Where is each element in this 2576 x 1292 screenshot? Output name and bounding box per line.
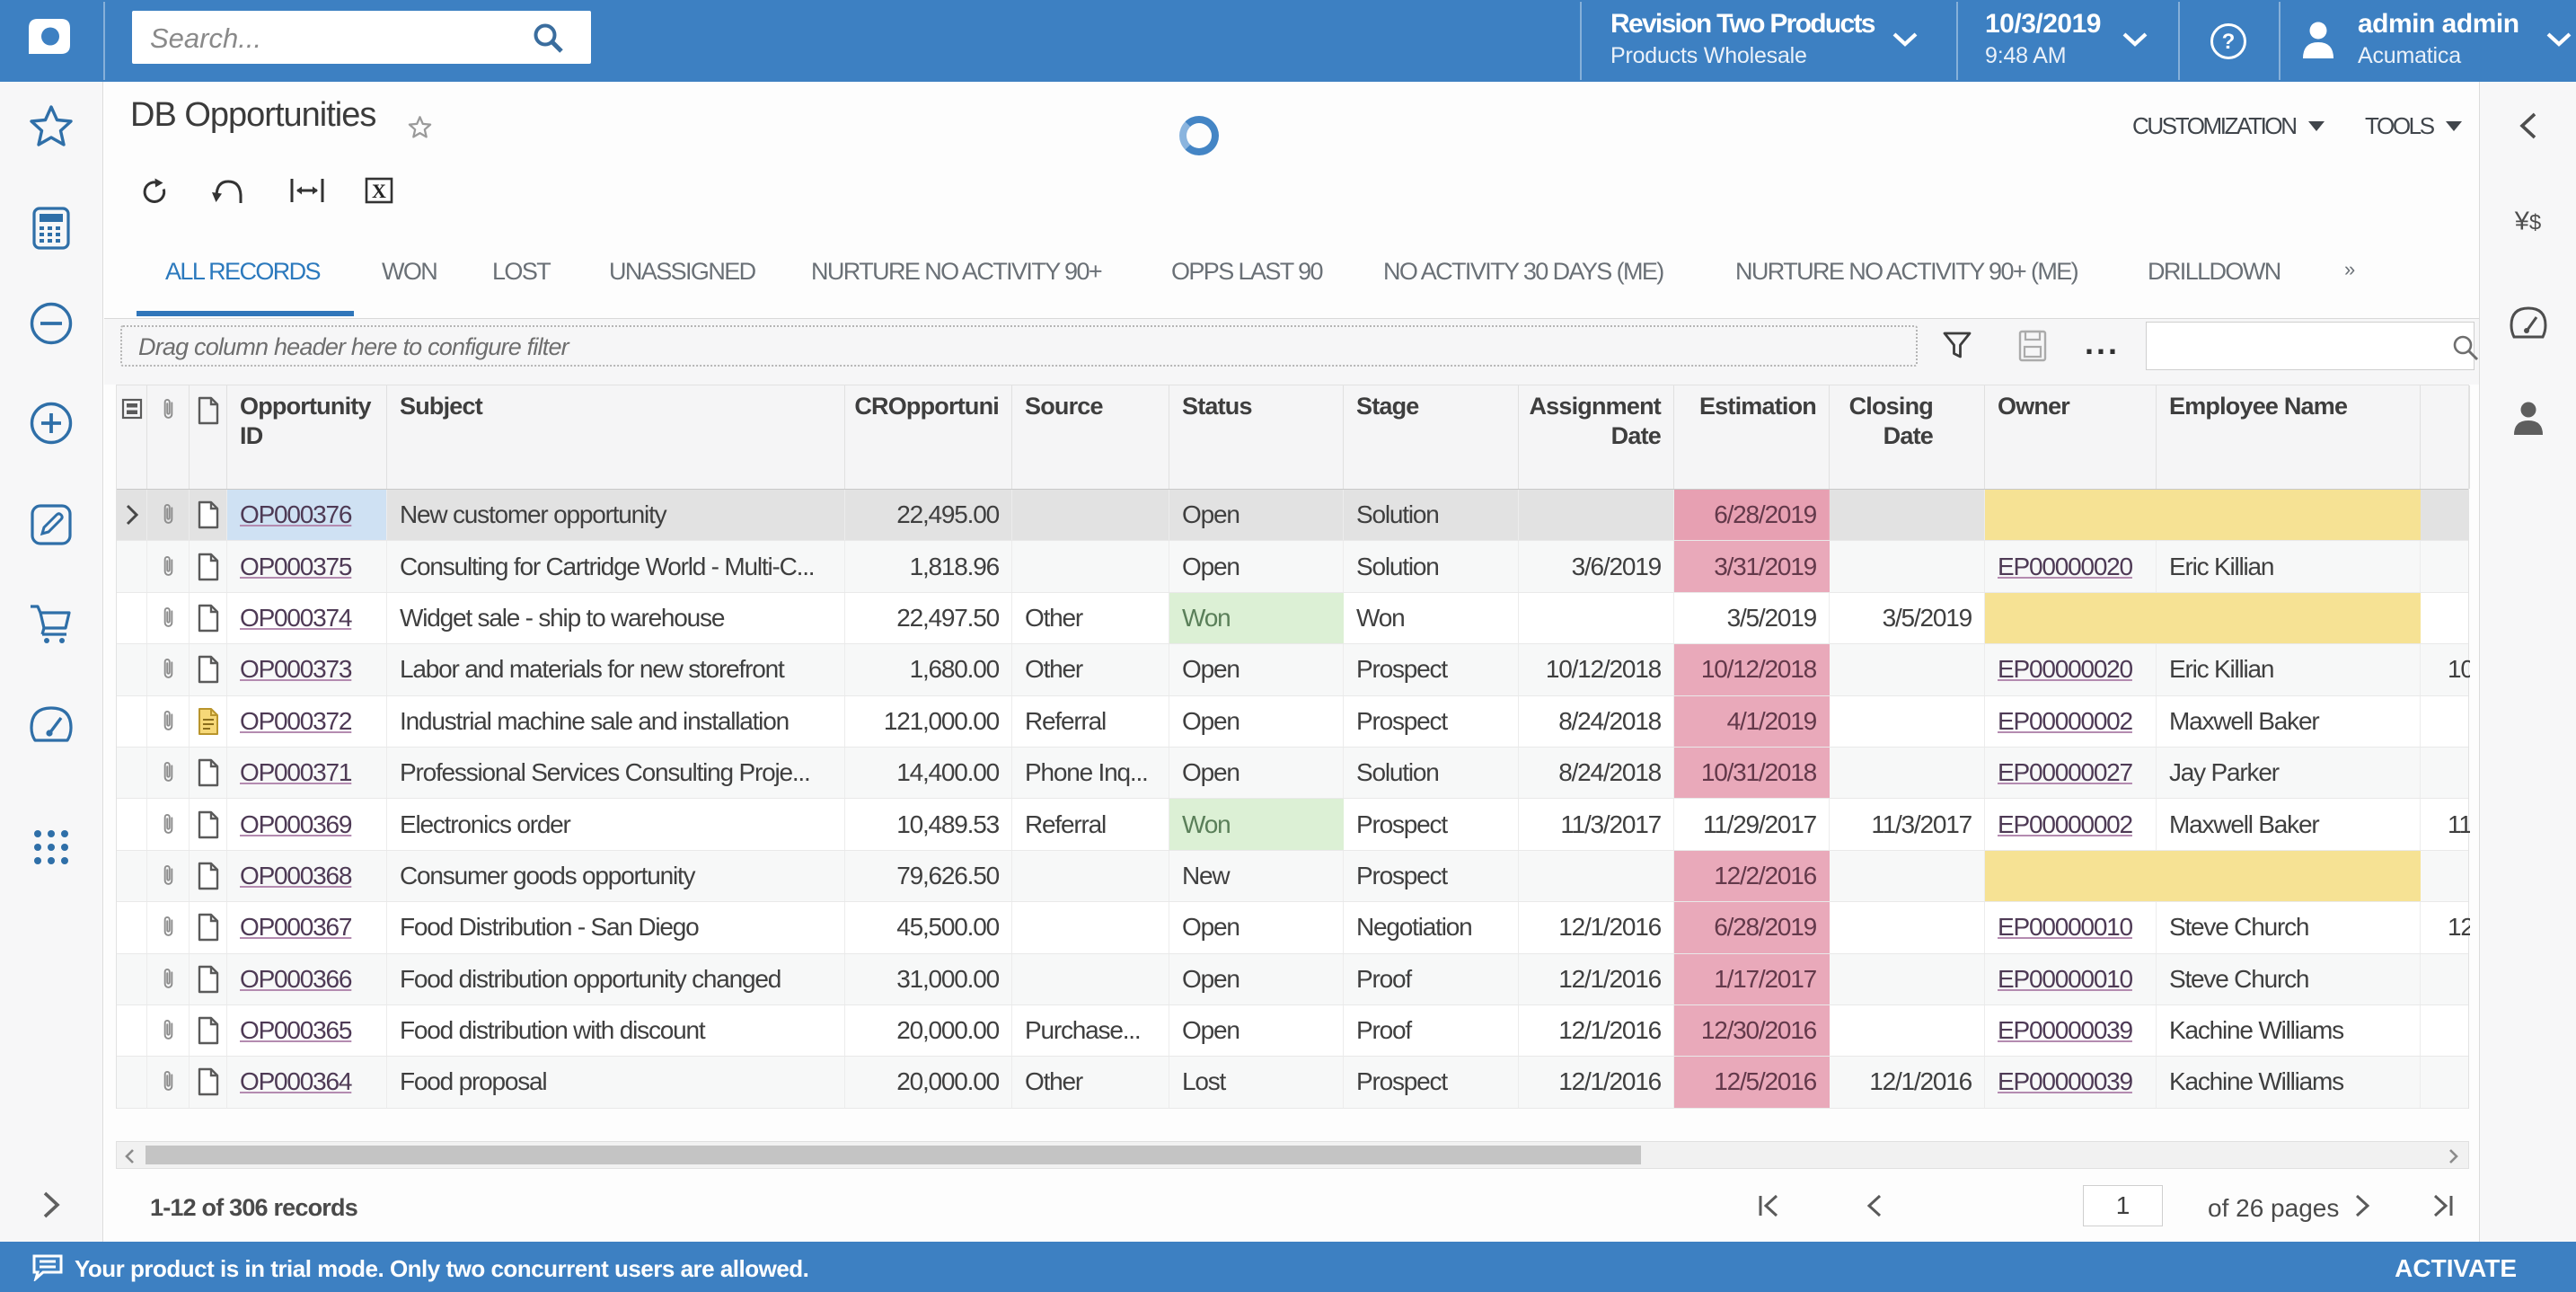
svg-text:X: X xyxy=(372,180,386,202)
svg-text:?: ? xyxy=(2222,30,2236,54)
